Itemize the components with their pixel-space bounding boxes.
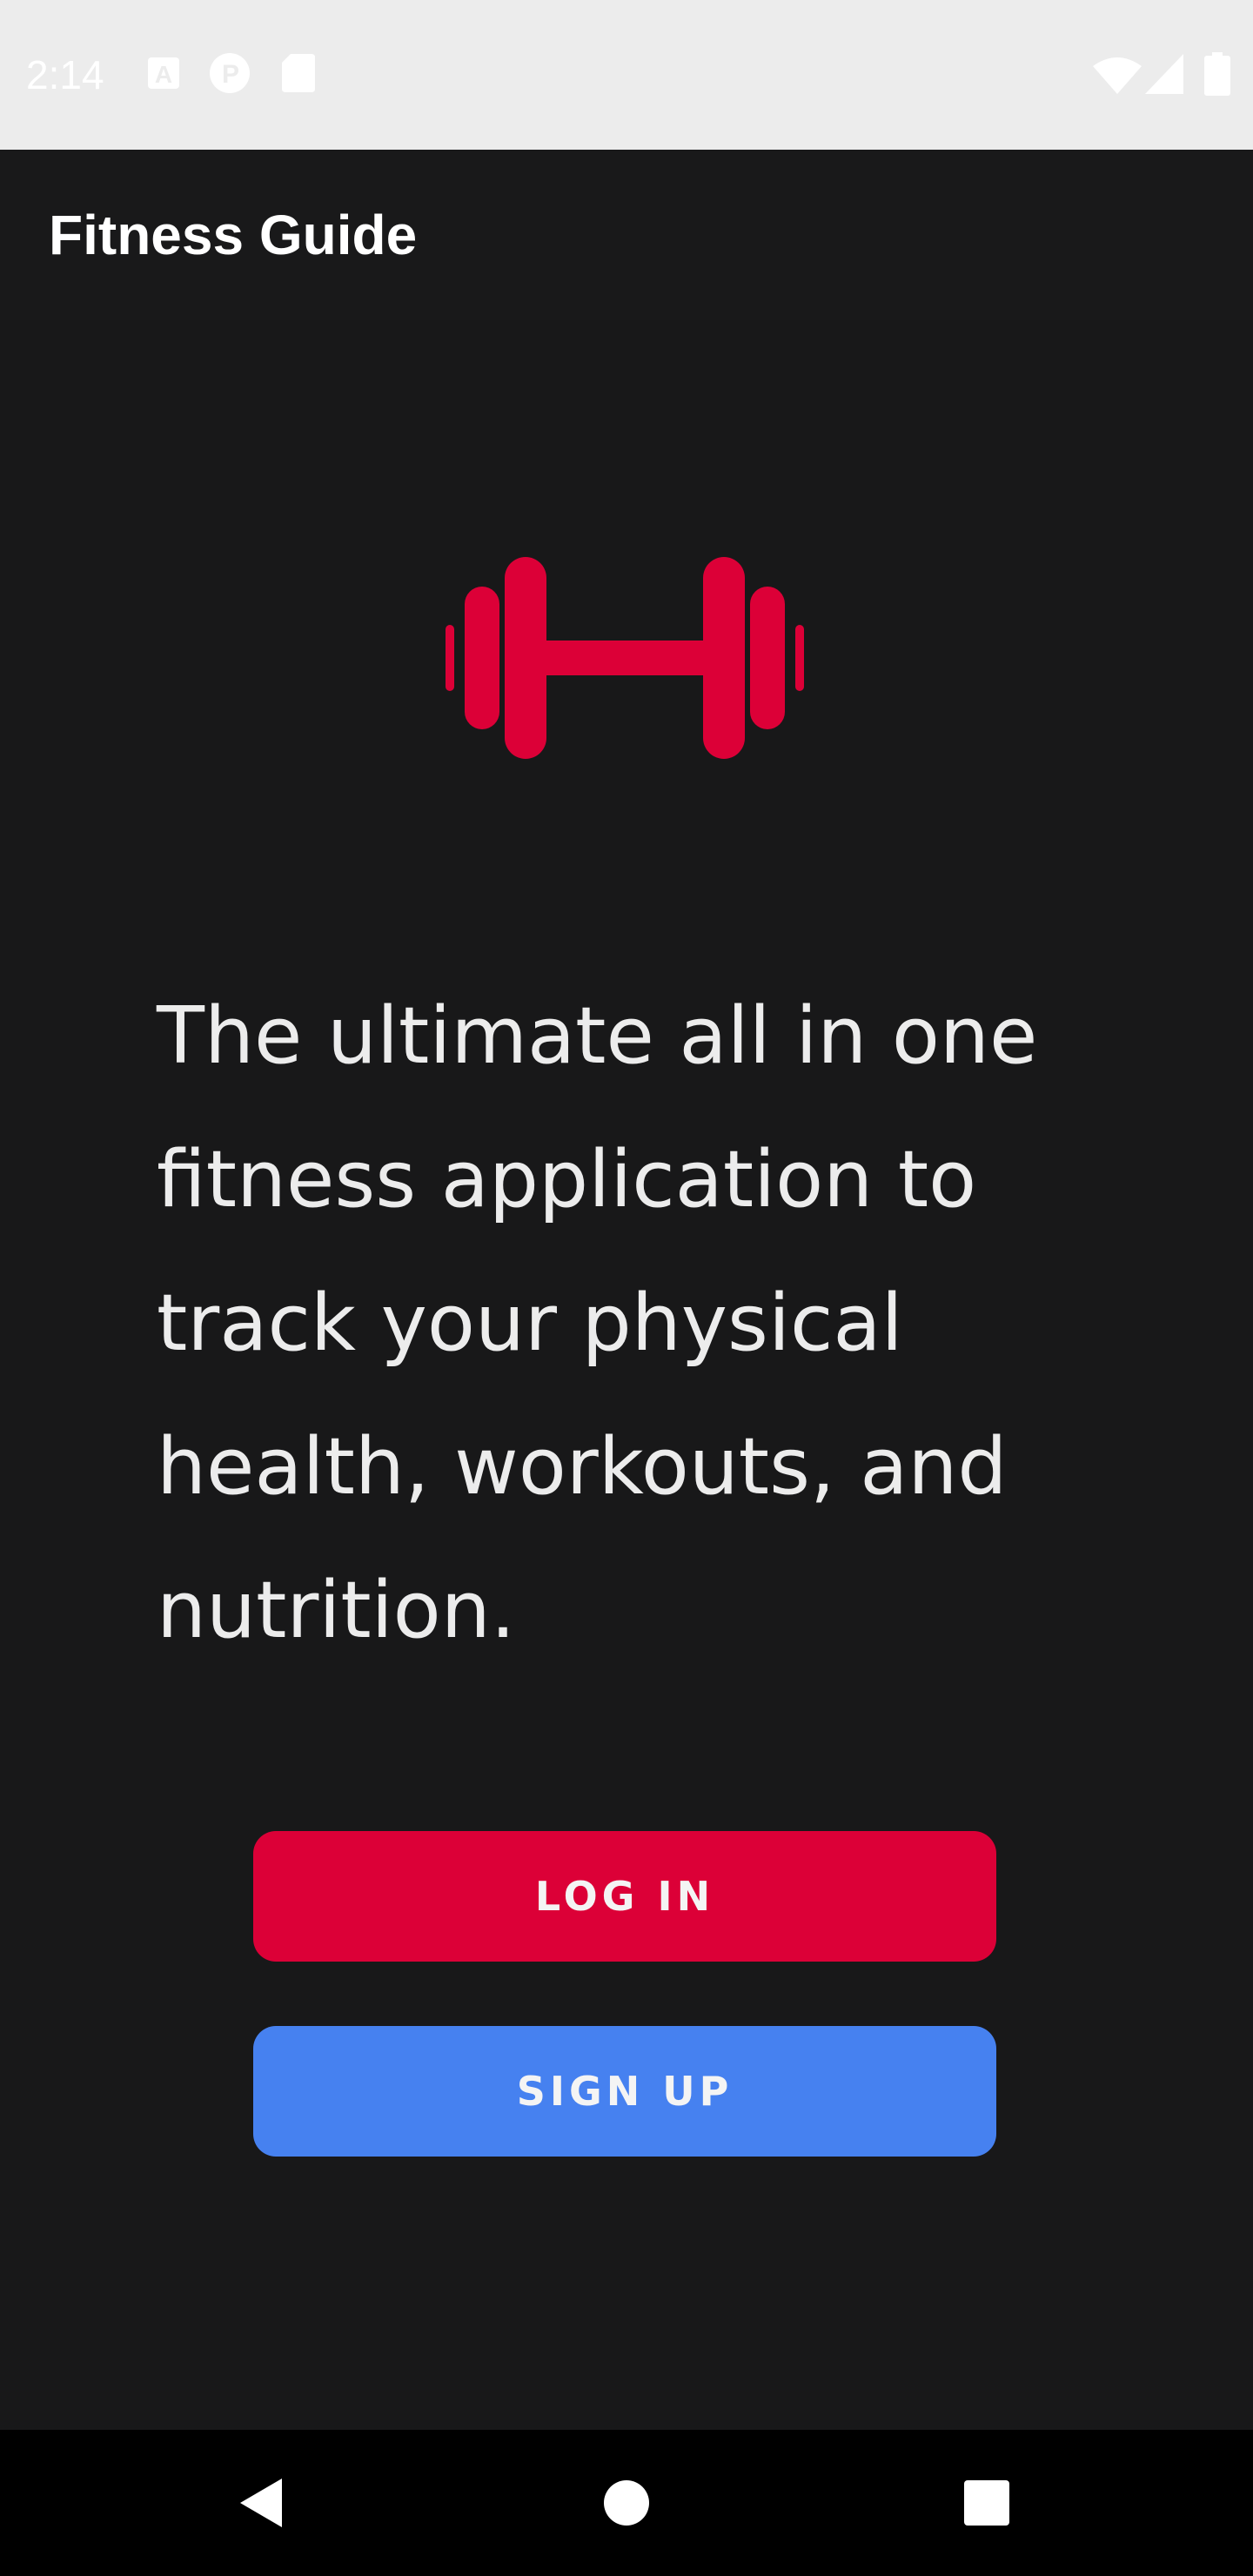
signal-icon xyxy=(1145,54,1183,97)
recents-square-icon[interactable] xyxy=(952,2468,1022,2538)
svg-text:A: A xyxy=(155,61,172,88)
app-bar: Fitness Guide xyxy=(0,150,1253,320)
signup-button-label: SIGN UP xyxy=(516,2068,734,2115)
wifi-icon xyxy=(1093,56,1142,97)
p-circle-notification-icon: P xyxy=(209,52,251,97)
login-button-label: LOG IN xyxy=(534,1873,715,1920)
login-button[interactable]: LOG IN xyxy=(253,1831,996,1962)
home-circle-icon[interactable] xyxy=(592,2468,661,2538)
battery-icon xyxy=(1204,52,1230,99)
signup-button[interactable]: SIGN UP xyxy=(253,2026,996,2157)
status-time: 2:14 xyxy=(26,52,104,97)
tagline: The ultimate all in one fitness applicat… xyxy=(157,990,1038,1656)
svg-text:P: P xyxy=(222,60,239,89)
dumbbell-icon xyxy=(446,557,804,759)
navigation-bar xyxy=(0,2430,1253,2576)
back-triangle-icon[interactable] xyxy=(228,2468,298,2538)
status-bar: 2:14 A P xyxy=(0,0,1253,150)
sd-card-icon xyxy=(282,54,315,96)
a-notification-icon: A xyxy=(146,56,181,94)
app-title: Fitness Guide xyxy=(49,204,418,266)
